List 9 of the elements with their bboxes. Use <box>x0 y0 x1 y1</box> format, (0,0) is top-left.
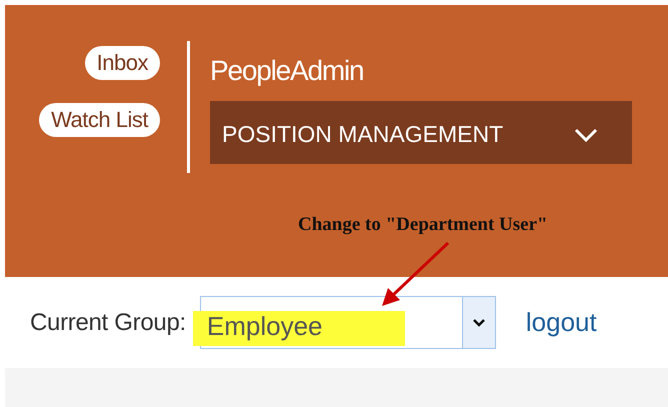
chevron-icon <box>574 128 598 142</box>
module-menu[interactable]: POSITION MANAGEMENT <box>210 101 632 164</box>
nav-link[interactable]: Watch List <box>39 103 160 137</box>
group-label: Current Group: <box>30 308 186 336</box>
annotation-text: Change to "Department User" <box>298 214 548 236</box>
caret-icon <box>472 318 485 326</box>
brand-name: PeopleAdmin <box>210 55 364 87</box>
nav-link[interactable]: Inbox <box>84 46 160 80</box>
logout-link[interactable]: logout <box>526 307 597 338</box>
